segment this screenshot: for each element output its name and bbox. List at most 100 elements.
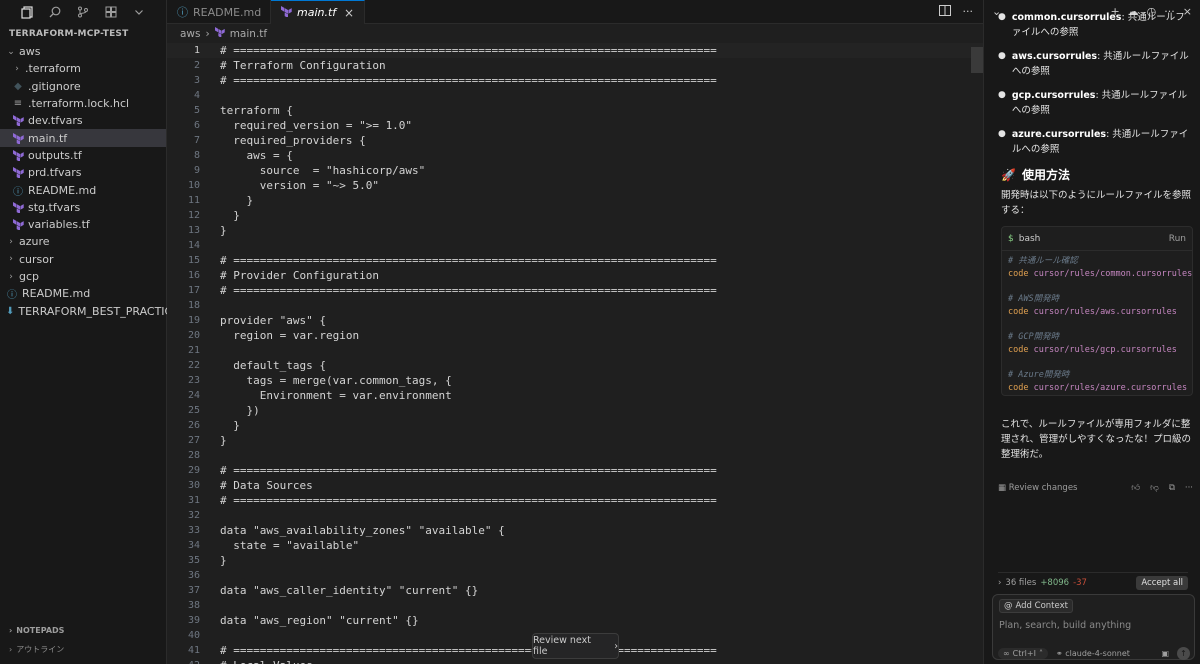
- file-item[interactable]: outputs.tf: [0, 147, 166, 164]
- chat-input[interactable]: Plan, search, build anything: [999, 620, 1131, 631]
- split-editor-icon[interactable]: [938, 5, 951, 19]
- breadcrumb-folder[interactable]: aws: [180, 28, 201, 40]
- explorer-sidebar: TERRAFORM-MCP-TEST ⌄ aws › .terraform ◆ .giti…: [0, 0, 197, 664]
- code-line[interactable]: 28: [167, 448, 983, 463]
- file-item[interactable]: variables.tf: [0, 216, 166, 233]
- code-line[interactable]: 38: [167, 598, 983, 613]
- code-line[interactable]: 17 # ====================================…: [167, 283, 983, 298]
- code-line[interactable]: 22 default_tags {: [167, 358, 983, 373]
- close-icon[interactable]: ×: [344, 6, 354, 20]
- tab-main-tf[interactable]: main.tf ×: [271, 0, 365, 24]
- code-editor[interactable]: 1 # =====================================…: [167, 43, 983, 664]
- code-line[interactable]: 30 # Data Sources: [167, 478, 983, 493]
- code-line[interactable]: 24 Environment = var.environment: [167, 388, 983, 403]
- notepads-section[interactable]: › NOTEPADS: [0, 626, 166, 635]
- folder-item[interactable]: › azure: [0, 233, 166, 250]
- code-line[interactable]: 36: [167, 568, 983, 583]
- code-line[interactable]: 16 # Provider Configuration: [167, 268, 983, 283]
- code-line[interactable]: 33 data "aws_availability_zones" "availab…: [167, 523, 983, 538]
- code-line[interactable]: 3 # =====================================…: [167, 73, 983, 88]
- copy-icon[interactable]: ⧉: [1169, 483, 1175, 493]
- outline-section[interactable]: › アウトライン: [0, 644, 166, 655]
- code-line[interactable]: 34 state = "available": [167, 538, 983, 553]
- tab-readme[interactable]: ⓘ README.md: [167, 0, 271, 24]
- file-item[interactable]: prd.tfvars: [0, 164, 166, 181]
- extensions-icon[interactable]: [104, 5, 118, 19]
- chevron-right-icon: ›: [205, 27, 210, 40]
- file-item[interactable]: stg.tfvars: [0, 199, 166, 216]
- code-line[interactable]: 15 # ====================================…: [167, 253, 983, 268]
- code-line[interactable]: 18: [167, 298, 983, 313]
- rule-file-name: azure.cursorrules: [1011, 129, 1107, 140]
- code-line[interactable]: 1 # =====================================…: [167, 43, 983, 58]
- breadcrumb-file[interactable]: main.tf: [230, 28, 267, 40]
- search-icon[interactable]: [48, 5, 62, 19]
- code-line[interactable]: 10 version = "~> 5.0": [167, 178, 983, 193]
- code-line[interactable]: 14: [167, 238, 983, 253]
- code-line[interactable]: 12 }: [167, 208, 983, 223]
- code-line[interactable]: 19 provider "aws" {: [167, 313, 983, 328]
- file-item[interactable]: dev.tfvars: [0, 112, 166, 129]
- file-item[interactable]: ⓘ README.md: [0, 285, 166, 302]
- source-control-icon[interactable]: [76, 5, 90, 19]
- code-line[interactable]: 39 data "aws_region" "current" {}: [167, 613, 983, 628]
- folder-item[interactable]: › .terraform: [0, 60, 166, 77]
- code-line[interactable]: 9 source = "hashicorp/aws": [167, 163, 983, 178]
- image-icon[interactable]: ▣: [1161, 649, 1169, 658]
- code-line[interactable]: 27}: [167, 433, 983, 448]
- folder-item[interactable]: › gcp: [0, 268, 166, 285]
- send-icon[interactable]: ↑: [1177, 647, 1190, 660]
- files-icon[interactable]: [20, 5, 34, 19]
- code-line[interactable]: 8 aws = {: [167, 148, 983, 163]
- chevron-down-icon[interactable]: [132, 5, 146, 19]
- file-item[interactable]: ◆ .gitignore: [0, 78, 166, 95]
- code-line[interactable]: 21: [167, 343, 983, 358]
- code-line[interactable]: 23 tags = merge(var.common_tags, {: [167, 373, 983, 388]
- list-item: ● gcp.cursorrules: 共通ルールファイルへの参照: [998, 88, 1193, 118]
- thumbs-down-icon[interactable]: 👎︎: [1150, 483, 1159, 493]
- file-item[interactable]: ⓘ README.md: [0, 181, 166, 198]
- code-command: code: [1008, 382, 1029, 393]
- tree-item-label: stg.tfvars: [28, 200, 81, 214]
- folder-item[interactable]: › cursor: [0, 251, 166, 268]
- project-title[interactable]: TERRAFORM-MCP-TEST: [0, 24, 166, 43]
- code-line[interactable]: 11 }: [167, 193, 983, 208]
- file-item[interactable]: ≡ .terraform.lock.hcl: [0, 95, 166, 112]
- line-number: 38: [187, 600, 200, 611]
- folder-item[interactable]: ⌄ aws: [0, 43, 166, 60]
- line-number: 24: [187, 390, 200, 401]
- code-line[interactable]: 25 }): [167, 403, 983, 418]
- chat-input-box[interactable]: @ Add Context Plan, search, build anythi…: [992, 594, 1195, 660]
- code-line[interactable]: 7 required_providers {: [167, 133, 983, 148]
- code-line[interactable]: 4: [167, 88, 983, 103]
- file-item[interactable]: ⬇ TERRAFORM_BEST_PRACTICES...: [0, 302, 197, 319]
- line-text: # ======================================…: [220, 44, 717, 57]
- file-item[interactable]: main.tf: [0, 129, 166, 147]
- code-line[interactable]: 37 data "aws_caller_identity" "current" {…: [167, 583, 983, 598]
- code-line[interactable]: 29 # ====================================…: [167, 463, 983, 478]
- more-actions-icon[interactable]: ···: [963, 5, 974, 19]
- rules-list: ● common.cursorrules: 共通ルールファイルへの参照 ● aws.c…: [998, 10, 1193, 166]
- changed-files-row[interactable]: › 36 files +8096 -37 Accept all: [998, 572, 1188, 592]
- code-line[interactable]: 31 # ====================================…: [167, 493, 983, 508]
- code-line[interactable]: 20 region = var.region: [167, 328, 983, 343]
- line-text: # ======================================…: [220, 464, 717, 477]
- code-line[interactable]: 32: [167, 508, 983, 523]
- review-changes-button[interactable]: ▦ Review changes: [998, 483, 1077, 493]
- run-button[interactable]: Run: [1169, 234, 1186, 244]
- model-selector[interactable]: ⚭ claude-4-sonnet: [1056, 649, 1130, 658]
- code-line[interactable]: 5 terraform {: [167, 103, 983, 118]
- code-line[interactable]: 2 # Terraform Configuration: [167, 58, 983, 73]
- code-line[interactable]: 13}: [167, 223, 983, 238]
- code-line[interactable]: 26 }: [167, 418, 983, 433]
- code-line[interactable]: 35}: [167, 553, 983, 568]
- more-actions-icon[interactable]: ···: [1185, 483, 1193, 493]
- thumbs-up-icon[interactable]: 👍︎: [1131, 483, 1140, 493]
- accept-all-button[interactable]: Accept all: [1136, 575, 1188, 590]
- line-number: 42: [167, 660, 200, 664]
- code-line[interactable]: 6 required_version = ">= 1.0": [167, 118, 983, 133]
- scrollbar-thumb[interactable]: [971, 47, 983, 73]
- add-context-button[interactable]: @ Add Context: [999, 599, 1073, 613]
- review-next-file-button[interactable]: Review next file ›: [532, 633, 619, 659]
- mode-selector[interactable]: ∞ Ctrl+I ˄: [998, 648, 1048, 659]
